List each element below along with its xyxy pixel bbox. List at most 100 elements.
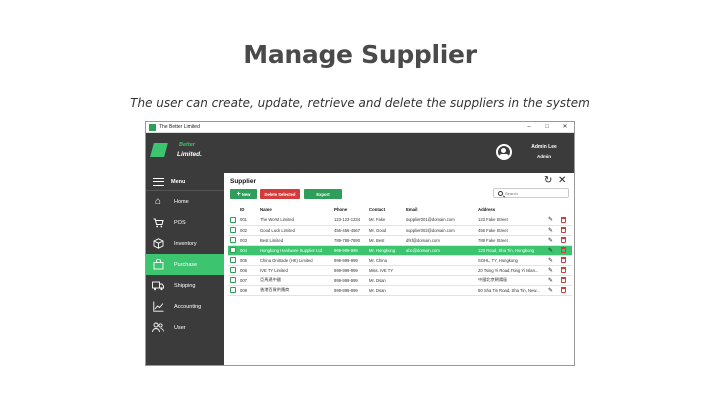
- edit-icon[interactable]: ✎: [548, 217, 553, 223]
- sidebar-item-label: Shipping: [174, 282, 196, 289]
- edit-icon[interactable]: ✎: [548, 278, 553, 284]
- sidebar-item-label: Purchase: [174, 261, 198, 268]
- cell-address: 50 Sha Tin Road, Sha Tin, New...: [476, 285, 546, 296]
- edit-icon[interactable]: ✎: [548, 238, 553, 244]
- users-icon: [152, 322, 164, 334]
- cell-email: [404, 265, 476, 276]
- app-header: Better Limited. Admin Lee Admin: [146, 133, 574, 173]
- menu-header[interactable]: Menu: [146, 173, 224, 191]
- edit-icon[interactable]: ✎: [548, 268, 553, 274]
- close-icon[interactable]: ✕: [558, 175, 566, 186]
- delete-selected-button[interactable]: Delete Selected: [260, 189, 300, 199]
- cell-name: IVE TY Limited: [258, 265, 332, 276]
- cell-id: 007: [238, 275, 258, 286]
- table-row[interactable]: 006 IVE TY Limited 999-999-999 Miss. IVE…: [228, 265, 572, 276]
- row-checkbox[interactable]: [230, 237, 236, 243]
- header-email[interactable]: Email: [404, 203, 476, 215]
- logo-text-line2: Limited.: [177, 151, 202, 158]
- cell-email: supplier001@domain.com: [404, 215, 476, 226]
- trash-icon[interactable]: [561, 257, 566, 263]
- cell-id: 004: [238, 245, 258, 256]
- cell-name: Hongkong Hardware Supplier Ltd: [258, 245, 332, 256]
- cell-phone: 456-456-4567: [332, 225, 367, 236]
- table-row[interactable]: 001 The Worst Limited 123-123-1234 Mr. F…: [228, 215, 572, 226]
- sidebar-item-home[interactable]: ⌂ Home: [146, 191, 224, 212]
- trash-icon[interactable]: [561, 216, 566, 223]
- search-box[interactable]: [493, 188, 569, 198]
- cell-name: China Onitrade (HK) Limited: [258, 255, 332, 266]
- trash-icon[interactable]: [561, 247, 566, 253]
- row-checkbox[interactable]: [230, 277, 236, 283]
- slide-title: Manage Supplier: [243, 40, 477, 69]
- table-row[interactable]: 002 Good Luck Limited 456-456-4567 Mr. G…: [228, 225, 572, 236]
- header-edit: [546, 203, 559, 215]
- maximize-button[interactable]: □: [538, 122, 556, 133]
- cell-name: The Worst Limited: [258, 215, 332, 226]
- avatar-icon[interactable]: [496, 144, 512, 160]
- minimize-button[interactable]: –: [520, 122, 538, 133]
- header-name[interactable]: Name: [258, 203, 332, 215]
- menu-label: Menu: [171, 178, 186, 185]
- cell-phone: 789-789-7890: [332, 235, 367, 246]
- trash-icon[interactable]: [561, 237, 566, 243]
- row-checkbox[interactable]: [230, 247, 236, 253]
- table-row[interactable]: 003 Best Limited 789-789-7890 Mr. Best d…: [228, 235, 572, 246]
- new-button-label: New: [241, 191, 251, 197]
- cell-email: abc@domain.com: [404, 245, 476, 256]
- sidebar-item-pos[interactable]: POS: [146, 212, 224, 233]
- edit-icon[interactable]: ✎: [548, 248, 553, 254]
- table-row-selected[interactable]: 004 Hongkong Hardware Supplier Ltd 999-9…: [228, 245, 572, 256]
- cell-name: Good Luck Limited: [258, 225, 332, 236]
- edit-icon[interactable]: ✎: [548, 228, 553, 234]
- row-checkbox[interactable]: [230, 267, 236, 273]
- table-row[interactable]: 005 China Onitrade (HK) Limited 999-999-…: [228, 255, 572, 266]
- search-input[interactable]: [505, 190, 565, 196]
- refresh-icon[interactable]: ↻: [544, 175, 552, 186]
- row-checkbox[interactable]: [230, 257, 236, 263]
- row-checkbox[interactable]: [230, 216, 236, 223]
- new-button[interactable]: + New: [230, 189, 257, 199]
- bag-icon: [152, 259, 164, 271]
- header-phone[interactable]: Phone: [332, 203, 367, 215]
- header-delete: [559, 203, 572, 215]
- cell-address: 123 Road, Sha Tin, Hongkong: [476, 245, 546, 256]
- row-checkbox[interactable]: [230, 227, 236, 233]
- cell-contact: Mr. China: [367, 255, 404, 266]
- trash-icon[interactable]: [561, 267, 566, 273]
- edit-icon[interactable]: ✎: [548, 258, 553, 264]
- cell-email: [404, 275, 476, 286]
- cell-name: Best Limited: [258, 235, 332, 246]
- sidebar-item-user[interactable]: User: [146, 317, 224, 338]
- cell-id: 002: [238, 225, 258, 236]
- slide-subtitle: The user can create, update, retrieve an…: [130, 96, 590, 110]
- trash-icon[interactable]: [561, 287, 566, 293]
- cell-contact: Mr. Fake: [367, 215, 404, 226]
- sidebar-item-inventory[interactable]: Inventory: [146, 233, 224, 254]
- user-role: Admin: [537, 154, 551, 159]
- header-id[interactable]: ID: [238, 203, 258, 215]
- search-icon: [498, 190, 503, 196]
- trash-icon[interactable]: [561, 277, 566, 283]
- header-address[interactable]: Address: [476, 203, 546, 215]
- table-row[interactable]: 008 香港百貨供應商 999-999-999 Mr. Dsan 50 Sha …: [228, 285, 572, 296]
- hamburger-icon[interactable]: [153, 177, 164, 186]
- header-contact[interactable]: Contact: [367, 203, 404, 215]
- logo-icon: [150, 143, 168, 157]
- cell-id: 005: [238, 255, 258, 266]
- sidebar-item-shipping[interactable]: Shipping: [146, 275, 224, 296]
- sidebar-item-accounting[interactable]: Accounting: [146, 296, 224, 317]
- slide: Manage Supplier The user can create, upd…: [0, 0, 720, 405]
- sidebar-item-purchase[interactable]: Purchase: [146, 254, 224, 275]
- trash-icon[interactable]: [561, 227, 566, 233]
- table-row[interactable]: 007 亞馬遜中國 999-999-999 Mr. Dsan 中國北京朝陽區 ✎: [228, 275, 572, 286]
- sidebar: Menu ⌂ Home POS Inventory Purchase Shipp…: [146, 173, 224, 365]
- app-window: The Better Limited – □ ✕ Better Limited.…: [145, 121, 575, 366]
- cell-address: SOHL, TY, Hongkong: [476, 255, 546, 266]
- table-header-row: ID Name Phone Contact Email Address: [228, 203, 572, 215]
- cell-phone: 999-999-999: [332, 285, 367, 296]
- cell-contact: Mr. Good: [367, 225, 404, 236]
- row-checkbox[interactable]: [230, 287, 236, 293]
- export-button[interactable]: Export: [304, 189, 342, 199]
- edit-icon[interactable]: ✎: [548, 288, 553, 294]
- close-window-button[interactable]: ✕: [556, 122, 574, 133]
